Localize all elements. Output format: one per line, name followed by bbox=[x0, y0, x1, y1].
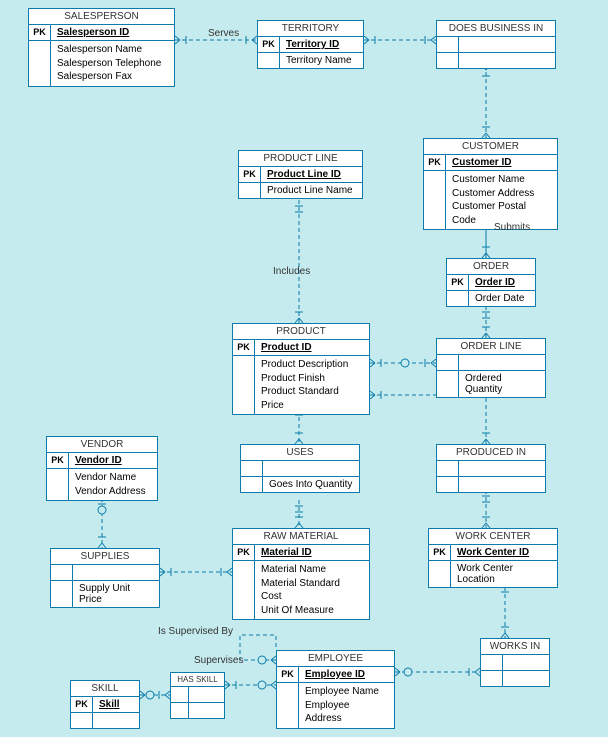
pk-label: PK bbox=[277, 667, 299, 682]
pk-attr: Material ID bbox=[255, 545, 369, 560]
entity-title: ORDER LINE bbox=[437, 339, 545, 355]
entity-title: ORDER bbox=[447, 259, 535, 275]
pk-attr: Order ID bbox=[469, 275, 535, 290]
entity-product: PRODUCT PK Product ID Product Descriptio… bbox=[232, 323, 370, 415]
entity-title: CUSTOMER bbox=[424, 139, 557, 155]
pk-attr: Product ID bbox=[255, 340, 369, 355]
entity-title: RAW MATERIAL bbox=[233, 529, 369, 545]
entity-title: PRODUCED IN bbox=[437, 445, 545, 461]
entity-attrs: Employee Name Employee Address bbox=[299, 683, 394, 728]
entity-order: ORDER PK Order ID Order Date bbox=[446, 258, 536, 307]
entity-title: SALESPERSON bbox=[29, 9, 174, 25]
label-serves: Serves bbox=[208, 28, 239, 39]
entity-has-skill: HAS SKILL bbox=[170, 672, 225, 719]
entity-title: VENDOR bbox=[47, 437, 157, 453]
entity-attrs: Product Line Name bbox=[261, 183, 362, 198]
entity-attrs: Ordered Quantity bbox=[459, 371, 545, 397]
pk-label: PK bbox=[424, 155, 446, 170]
entity-uses: USES Goes Into Quantity bbox=[240, 444, 360, 493]
pk-attr: Territory ID bbox=[280, 37, 363, 52]
pk-label: PK bbox=[29, 25, 51, 40]
label-is-supervised-by: Is Supervised By bbox=[158, 626, 233, 637]
label-supervises: Supervises bbox=[194, 655, 243, 666]
pk-attr: Customer ID bbox=[446, 155, 557, 170]
entity-title: HAS SKILL bbox=[171, 673, 224, 687]
entity-attrs: Customer Name Customer Address Customer … bbox=[446, 171, 557, 229]
entity-produced-in: PRODUCED IN bbox=[436, 444, 546, 493]
entity-salesperson: SALESPERSON PK Salesperson ID Salesperso… bbox=[28, 8, 175, 87]
entity-product-line: PRODUCT LINE PK Product Line ID Product … bbox=[238, 150, 363, 199]
pk-attr: Vendor ID bbox=[69, 453, 157, 468]
entity-supplies: SUPPLIES Supply Unit Price bbox=[50, 548, 160, 608]
pk-attr: Skill bbox=[93, 697, 139, 712]
pk-label: PK bbox=[47, 453, 69, 468]
pk-attr: Employee ID bbox=[299, 667, 394, 682]
pk-attr: Product Line ID bbox=[261, 167, 362, 182]
entity-attrs: Product Description Product Finish Produ… bbox=[255, 356, 369, 414]
pk-attr: Salesperson ID bbox=[51, 25, 174, 40]
entity-title: SUPPLIES bbox=[51, 549, 159, 565]
pk-attr: Work Center ID bbox=[451, 545, 557, 560]
entity-raw-material: RAW MATERIAL PK Material ID Material Nam… bbox=[232, 528, 370, 620]
entity-title: SKILL bbox=[71, 681, 139, 697]
entity-works-in: WORKS IN bbox=[480, 638, 550, 687]
entity-attrs: Salesperson Name Salesperson Telephone S… bbox=[51, 41, 174, 86]
entity-attrs: Territory Name bbox=[280, 53, 363, 68]
pk-label: PK bbox=[239, 167, 261, 182]
entity-employee: EMPLOYEE PK Employee ID Employee Name Em… bbox=[276, 650, 395, 729]
entity-attrs: Vendor Name Vendor Address bbox=[69, 469, 157, 500]
entity-attrs: Material Name Material Standard Cost Uni… bbox=[255, 561, 369, 619]
entity-order-line: ORDER LINE Ordered Quantity bbox=[436, 338, 546, 398]
entity-attrs: Goes Into Quantity bbox=[263, 477, 359, 492]
pk-label: PK bbox=[71, 697, 93, 712]
pk-label: PK bbox=[233, 340, 255, 355]
entity-does-business-in: DOES BUSINESS IN bbox=[436, 20, 556, 69]
entity-title: TERRITORY bbox=[258, 21, 363, 37]
entity-title: PRODUCT bbox=[233, 324, 369, 340]
label-submits: Submits bbox=[494, 222, 530, 233]
entity-vendor: VENDOR PK Vendor ID Vendor Name Vendor A… bbox=[46, 436, 158, 501]
entity-attrs: Order Date bbox=[469, 291, 535, 306]
entity-work-center: WORK CENTER PK Work Center ID Work Cente… bbox=[428, 528, 558, 588]
entity-title: DOES BUSINESS IN bbox=[437, 21, 555, 37]
entity-attrs: Supply Unit Price bbox=[73, 581, 159, 607]
label-includes: Includes bbox=[273, 266, 310, 277]
entity-skill: SKILL PK Skill bbox=[70, 680, 140, 729]
entity-customer: CUSTOMER PK Customer ID Customer Name Cu… bbox=[423, 138, 558, 230]
pk-label: PK bbox=[447, 275, 469, 290]
entity-attrs: Work Center Location bbox=[451, 561, 557, 587]
pk-label: PK bbox=[258, 37, 280, 52]
pk-label: PK bbox=[233, 545, 255, 560]
entity-title: USES bbox=[241, 445, 359, 461]
entity-title: PRODUCT LINE bbox=[239, 151, 362, 167]
entity-territory: TERRITORY PK Territory ID Territory Name bbox=[257, 20, 364, 69]
pk-label: PK bbox=[429, 545, 451, 560]
entity-title: EMPLOYEE bbox=[277, 651, 394, 667]
entity-title: WORK CENTER bbox=[429, 529, 557, 545]
entity-title: WORKS IN bbox=[481, 639, 549, 655]
